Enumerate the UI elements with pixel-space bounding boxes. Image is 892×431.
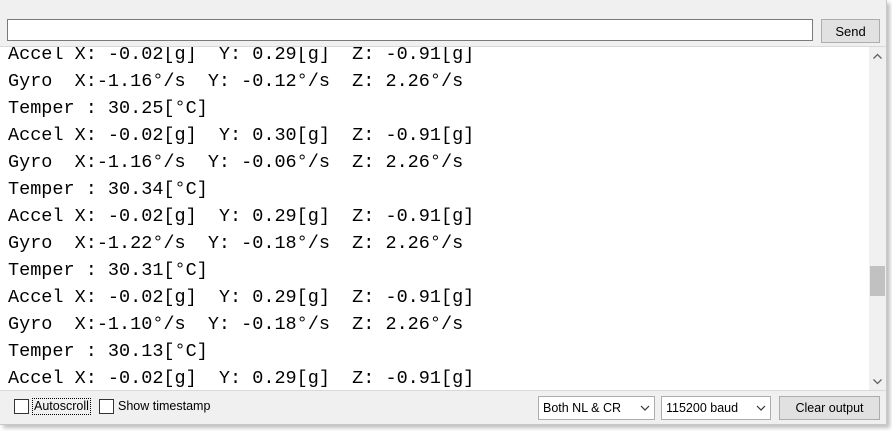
output-line: Accel X: -0.02[g] Y: 0.29[g] Z: -0.91[g] [8,368,475,389]
input-bar: Send [0,0,886,46]
autoscroll-checkbox[interactable] [14,399,29,414]
output-line: Accel X: -0.02[g] Y: 0.30[g] Z: -0.91[g] [8,125,475,146]
clear-output-button[interactable]: Clear output [779,396,880,420]
output-lines: Accel X: -0.02[g] Y: 0.29[g] Z: -0.91[g]… [8,46,475,390]
bottom-toolbar: Autoscroll Show timestamp Both NL & CR 1… [0,391,886,424]
output-line: Accel X: -0.02[g] Y: 0.29[g] Z: -0.91[g] [8,46,475,65]
output-line: Temper : 30.34[°C] [8,179,208,200]
baud-rate-value: 115200 baud [666,401,739,415]
scroll-down-button[interactable] [869,373,886,390]
output-line: Accel X: -0.02[g] Y: 0.29[g] Z: -0.91[g] [8,287,475,308]
scroll-thumb[interactable] [870,266,885,296]
output-line: Gyro X:-1.22°/s Y: -0.18°/s Z: 2.26°/s [8,233,464,254]
output-line: Accel X: -0.02[g] Y: 0.29[g] Z: -0.91[g] [8,206,475,227]
scroll-up-button[interactable] [869,47,886,64]
vertical-scrollbar[interactable] [869,47,886,390]
send-button[interactable]: Send [821,19,880,43]
show-timestamp-checkbox[interactable] [99,399,114,414]
output-line: Gyro X:-1.16°/s Y: -0.06°/s Z: 2.26°/s [8,152,464,173]
chevron-up-icon [873,53,882,59]
baud-rate-select[interactable]: 115200 baud [661,396,771,420]
output-line: Gyro X:-1.10°/s Y: -0.18°/s Z: 2.26°/s [8,314,464,335]
serial-input-field[interactable] [7,19,813,41]
chevron-down-icon [640,405,650,411]
serial-output-area[interactable]: Accel X: -0.02[g] Y: 0.29[g] Z: -0.91[g]… [0,46,886,391]
line-ending-select[interactable]: Both NL & CR [538,396,655,420]
output-line: Temper : 30.13[°C] [8,341,208,362]
output-line: Temper : 30.31[°C] [8,260,208,281]
line-ending-value: Both NL & CR [543,401,622,415]
serial-monitor-window: Send Accel X: -0.02[g] Y: 0.29[g] Z: -0.… [0,0,887,425]
autoscroll-label[interactable]: Autoscroll [32,398,91,415]
chevron-down-icon [873,378,882,384]
output-line: Temper : 30.25[°C] [8,98,208,119]
chevron-down-icon [756,405,766,411]
output-line: Gyro X:-1.16°/s Y: -0.12°/s Z: 2.26°/s [8,71,464,92]
show-timestamp-label[interactable]: Show timestamp [118,399,210,414]
